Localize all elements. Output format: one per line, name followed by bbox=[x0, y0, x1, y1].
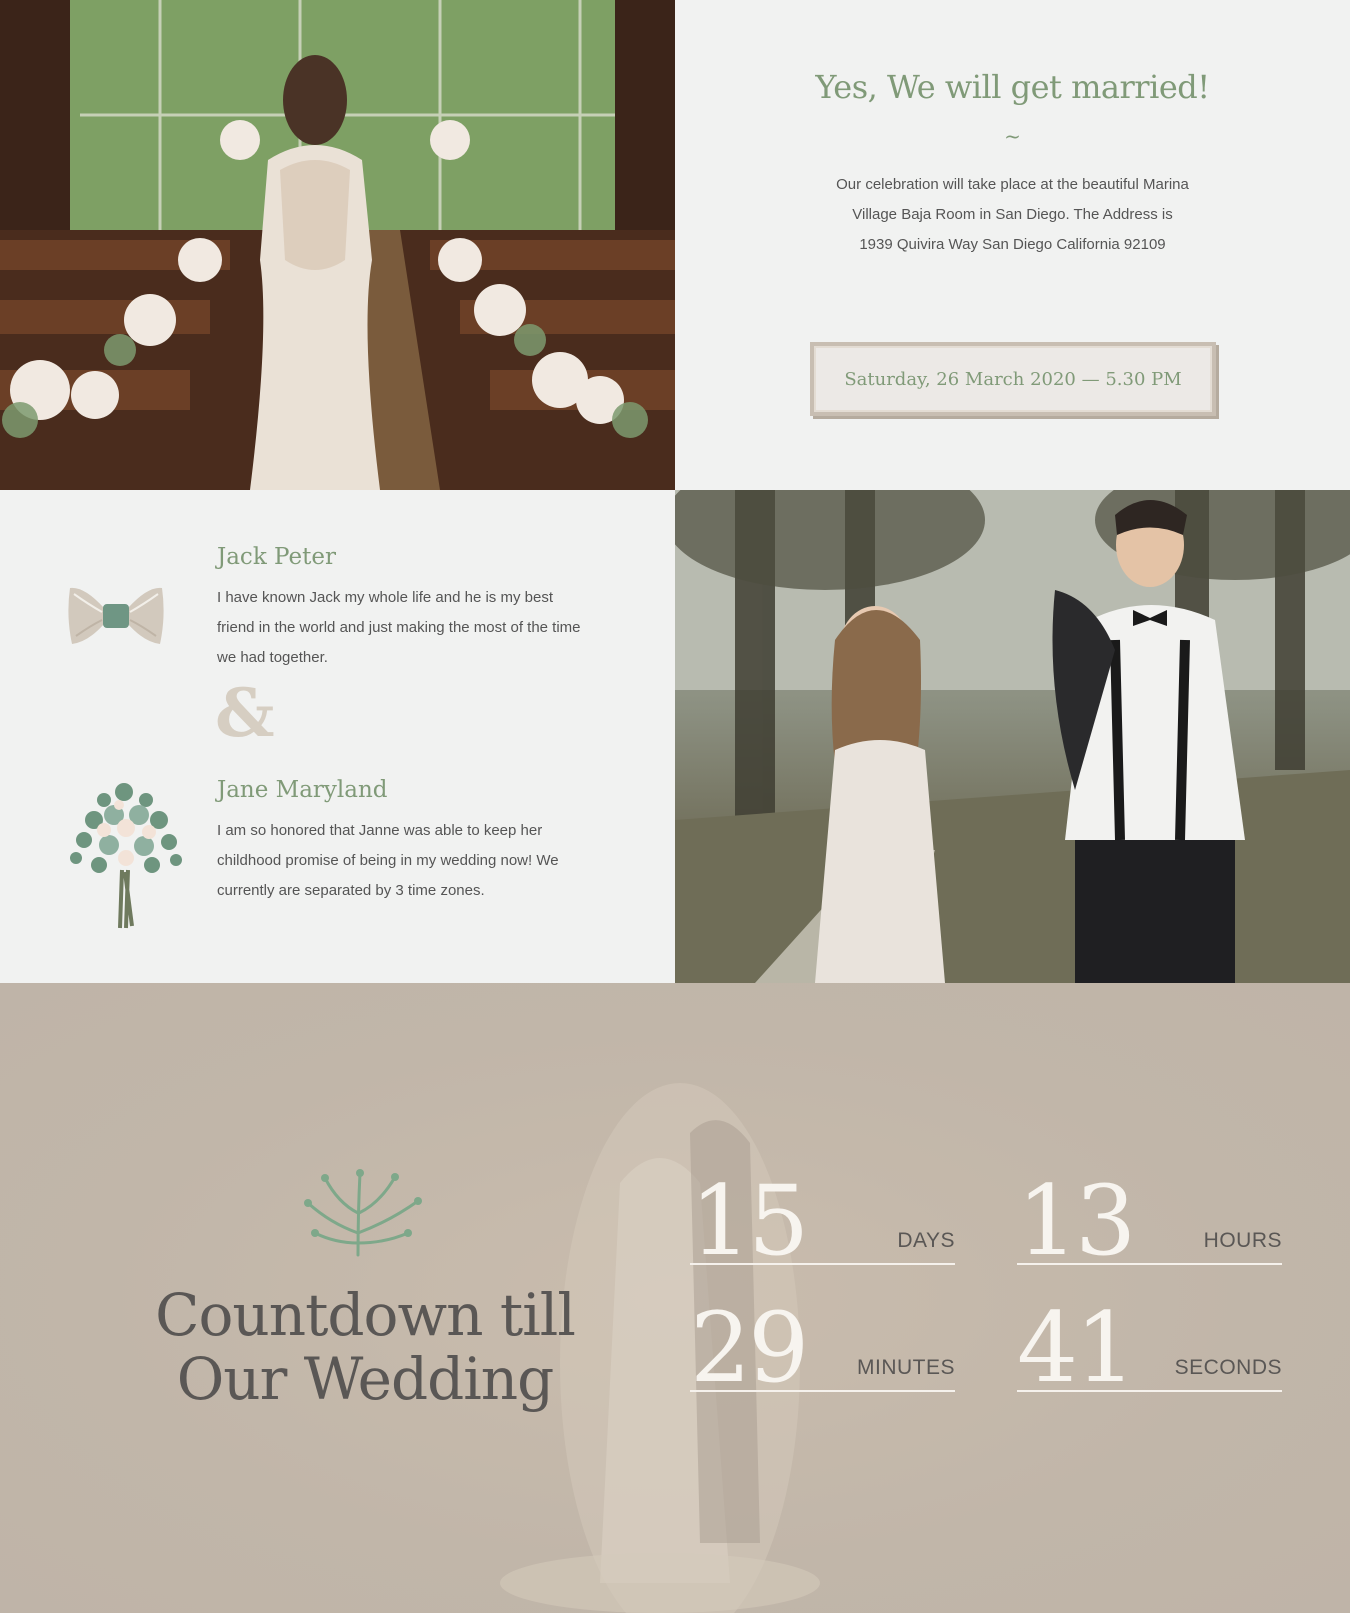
countdown-hours: 13 HOURS bbox=[1017, 1165, 1282, 1269]
groom-name: Jack Peter bbox=[217, 544, 336, 570]
seconds-label: SECONDS bbox=[1174, 1356, 1282, 1379]
wedding-date: Saturday, 26 March 2020 — 5.30 PM bbox=[844, 368, 1182, 390]
minutes-value: 29 bbox=[690, 1292, 809, 1404]
couple-walking-photo bbox=[675, 490, 1350, 983]
bride-bio: I am so honored that Janne was able to k… bbox=[217, 822, 559, 899]
seconds-value: 41 bbox=[1017, 1292, 1136, 1404]
bride-name: Jane Maryland bbox=[217, 777, 388, 803]
countdown-minutes: 29 MINUTES bbox=[690, 1292, 955, 1396]
bowtie-icon bbox=[66, 582, 166, 655]
intro-section: Yes, We will get married! ~ Our celebrat… bbox=[675, 0, 1350, 490]
countdown-title: Countdown till Our Wedding bbox=[155, 1281, 576, 1413]
hours-value: 13 bbox=[1017, 1165, 1136, 1277]
tilde-divider: ~ bbox=[1004, 124, 1021, 148]
countdown-seconds: 41 SECONDS bbox=[1017, 1292, 1282, 1396]
countdown-section: Countdown till Our Wedding 15 DAYS 13 HO… bbox=[0, 983, 1350, 1613]
sprig-icon bbox=[300, 1163, 425, 1263]
venue-description: Our celebration will take place at the b… bbox=[836, 176, 1189, 253]
chapel-bride-photo bbox=[0, 0, 675, 490]
days-label: DAYS bbox=[897, 1229, 955, 1252]
bouquet-icon bbox=[64, 780, 189, 935]
ampersand: & bbox=[215, 674, 275, 752]
minutes-label: MINUTES bbox=[857, 1356, 955, 1379]
groom-bio: I have known Jack my whole life and he i… bbox=[217, 589, 581, 666]
intro-title: Yes, We will get married! bbox=[815, 68, 1210, 106]
days-value: 15 bbox=[690, 1165, 809, 1277]
wedding-date-box: Saturday, 26 March 2020 — 5.30 PM bbox=[810, 342, 1216, 416]
hours-label: HOURS bbox=[1203, 1229, 1282, 1252]
couple-section: Jack Peter I have known Jack my whole li… bbox=[0, 490, 675, 983]
countdown-days: 15 DAYS bbox=[690, 1165, 955, 1269]
